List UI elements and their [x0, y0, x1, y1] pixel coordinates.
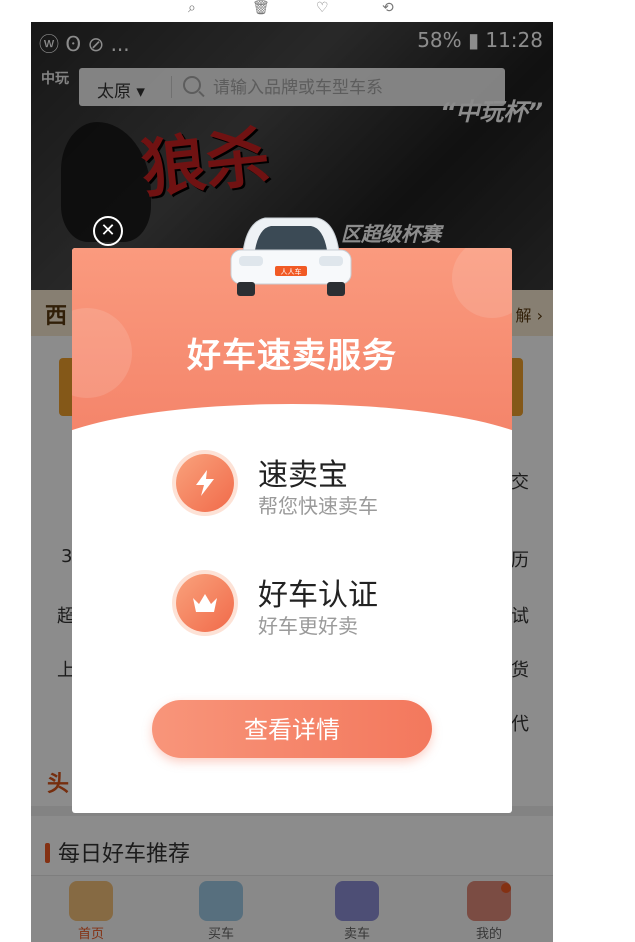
- browser-toolbar: ⌕ 🗑 ♡ ⟲: [0, 0, 635, 22]
- sell-service-modal: 好车速卖服务 速卖宝 帮您快速卖车 好车认证 好车更好卖 查看详情: [72, 248, 512, 813]
- feature-title: 速卖宝: [258, 458, 348, 493]
- modal-title: 好车速卖服务: [187, 336, 397, 376]
- lightning-icon: [176, 454, 234, 512]
- phone-screen: 中玩 狼杀 “中玩杯” 区超级杯赛 ⓦ ʘ ⊘ ... 58% ▮ 11:28 …: [31, 22, 553, 942]
- favorite-icon[interactable]: ♡: [316, 0, 329, 16]
- view-details-button[interactable]: 查看详情: [152, 700, 432, 758]
- feature-quick-sell[interactable]: 速卖宝 帮您快速卖车: [176, 450, 476, 520]
- car-plate-text: 人人车: [281, 267, 302, 276]
- feature-certification[interactable]: 好车认证 好车更好卖: [176, 570, 476, 640]
- crown-icon: [176, 574, 234, 632]
- feature-subtitle: 帮您快速卖车: [258, 494, 378, 518]
- decor-circle: [452, 248, 512, 318]
- car-illustration: 人人车: [230, 217, 352, 296]
- feature-title: 好车认证: [258, 578, 378, 613]
- close-icon[interactable]: ✕: [93, 216, 123, 246]
- zoom-icon[interactable]: ⌕: [188, 0, 196, 16]
- feature-subtitle: 好车更好卖: [258, 614, 358, 638]
- rotate-icon[interactable]: ⟲: [382, 0, 394, 16]
- delete-icon[interactable]: 🗑: [252, 0, 270, 16]
